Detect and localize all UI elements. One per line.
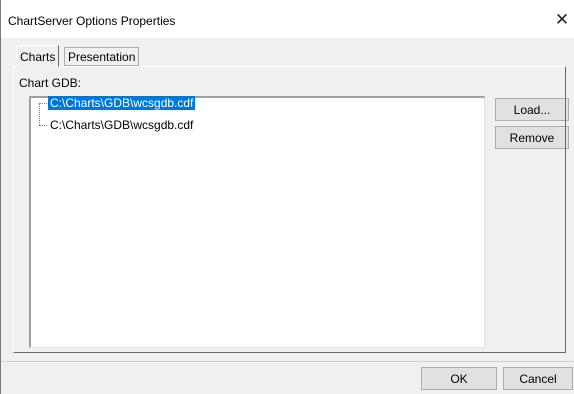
tab-charts[interactable]: Charts — [16, 45, 60, 67]
cancel-button[interactable]: Cancel — [503, 367, 573, 390]
window-title: ChartServer Options Properties — [8, 14, 176, 28]
title-bar: ChartServer Options Properties ✕ — [1, 0, 574, 38]
charts-tab-panel — [13, 66, 566, 353]
tab-presentation-label: Presentation — [68, 50, 136, 64]
footer-divider — [1, 361, 574, 362]
tab-presentation[interactable]: Presentation — [64, 47, 140, 66]
options-dialog: ChartServer Options Properties ✕ Charts … — [0, 0, 574, 394]
close-icon[interactable]: ✕ — [550, 8, 574, 32]
tab-charts-label: Charts — [20, 50, 56, 64]
ok-button[interactable]: OK — [421, 367, 497, 390]
